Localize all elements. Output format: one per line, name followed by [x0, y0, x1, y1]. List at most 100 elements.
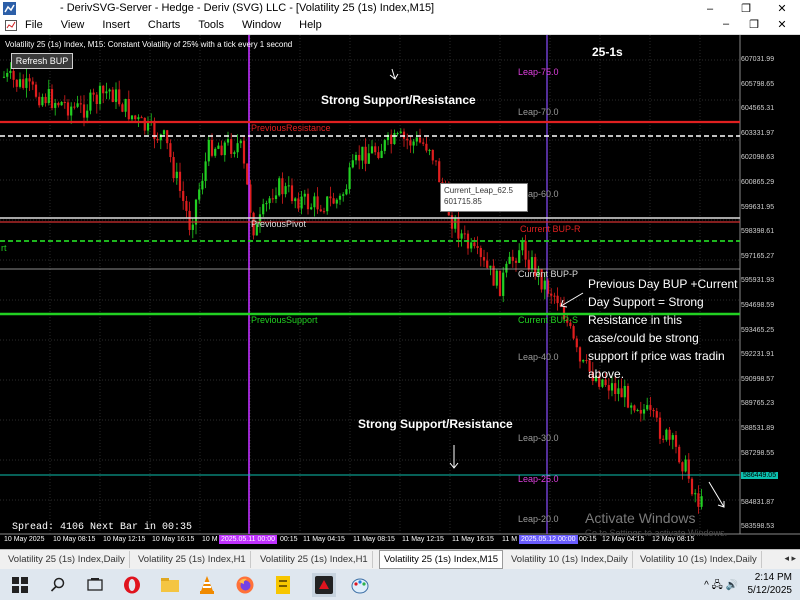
chart-tab[interactable]: Volatility 10 (1s) Index,Daily — [636, 551, 762, 568]
menu-insert[interactable]: Insert — [102, 19, 130, 31]
price-tick-label: 588531.89 — [741, 425, 775, 432]
chart-tab[interactable]: Volatility 25 (1s) Index,Daily — [4, 551, 130, 568]
opera-icon[interactable] — [122, 575, 142, 595]
candle-body — [409, 140, 412, 146]
candle-body — [134, 115, 137, 120]
candle-body — [438, 161, 441, 183]
menu-window[interactable]: Window — [242, 19, 281, 31]
candle-body — [124, 98, 127, 112]
candle-body — [617, 388, 620, 395]
menu-view[interactable]: View — [61, 19, 85, 31]
candle-body — [553, 295, 556, 297]
candle-body — [185, 200, 188, 211]
task-view-icon[interactable] — [85, 575, 105, 595]
close-button[interactable]: ✕ — [764, 0, 800, 17]
current-price-tag: 586449.05 — [741, 472, 779, 479]
chart-restore-button[interactable]: ❐ — [740, 18, 768, 31]
title-bar: - DerivSVG-Server - Hedge - Deriv (SVG) … — [0, 0, 800, 17]
candle-body — [655, 411, 658, 418]
candle-body — [418, 137, 422, 143]
candle-body — [130, 115, 134, 120]
annotation-bup-note: Previous Day BUP +Current Day Support = … — [588, 277, 738, 381]
candle-body — [2, 76, 6, 78]
chart-window-icon[interactable] — [5, 20, 17, 31]
price-tick-label: 594698.59 — [741, 302, 775, 309]
level-label-current-bup-s: Current BUP-S — [518, 315, 579, 325]
candle-body — [297, 198, 300, 209]
time-label: 00:15 — [579, 536, 597, 543]
menu-tools[interactable]: Tools — [198, 19, 224, 31]
firefox-icon[interactable] — [235, 575, 255, 595]
price-tick-label: 600865.29 — [741, 179, 775, 186]
candle-body — [111, 89, 114, 102]
candle-body — [310, 207, 313, 210]
sticky-icon[interactable] — [273, 575, 293, 595]
menu-help[interactable]: Help — [299, 19, 322, 31]
candle-body — [182, 190, 185, 201]
chart-close-button[interactable]: ✕ — [768, 18, 796, 31]
price-chart[interactable]: Volatility 25 (1s) Index, M15: Constant … — [0, 35, 800, 549]
candle-body — [690, 478, 694, 495]
candle-body — [678, 446, 681, 463]
search-icon[interactable] — [48, 575, 68, 595]
candle-body — [79, 103, 82, 105]
price-tick-label: 592231.91 — [741, 351, 775, 359]
price-tick-label: 587298.55 — [741, 449, 775, 457]
candle-body — [684, 459, 687, 472]
candle-body — [681, 462, 684, 472]
vlc-icon[interactable] — [197, 575, 217, 595]
system-tray-icons[interactable]: ^ 🖧 🔊 — [704, 578, 738, 595]
price-tick-label: 598398.61 — [741, 228, 775, 236]
menu-bar: File View Insert Charts Tools Window Hel… — [0, 17, 800, 35]
candle-body — [194, 199, 198, 225]
candle-body — [102, 85, 105, 94]
time-highlight: 2025.05.11 00:00 — [219, 535, 277, 544]
candle-body — [658, 417, 662, 439]
spread-info: Spread: 4106 Next Bar in 00:35 — [12, 522, 193, 533]
candle-body — [169, 143, 172, 158]
candle-body — [582, 360, 585, 362]
candle-body — [239, 140, 242, 144]
tab-scroll-arrows[interactable]: ◂ ▸ — [784, 553, 796, 564]
chart-tabs: Volatility 25 (1s) Index,Daily Volatilit… — [0, 549, 800, 570]
candle-body — [402, 131, 406, 139]
candle-body — [246, 163, 249, 185]
chart-tab[interactable]: Volatility 25 (1s) Index,H1 — [256, 551, 373, 568]
refresh-bup-button[interactable]: Refresh BUP — [11, 53, 73, 69]
deriv-mt5-icon[interactable] — [312, 573, 336, 597]
chart-tab-active[interactable]: Volatility 25 (1s) Index,M15 — [379, 550, 504, 569]
clock[interactable]: 2:14 PM 5/12/2025 — [748, 571, 793, 597]
level-label-previous-pivot: PreviousPivot — [251, 219, 307, 229]
tooltip-title: Current_Leap_62.5 — [444, 186, 513, 195]
price-tick-label: 593465.25 — [741, 326, 775, 334]
chart-tab[interactable]: Volatility 10 (1s) Index,Daily — [507, 551, 633, 568]
chart-minimize-button[interactable]: – — [712, 18, 740, 31]
price-tick-label: 595931.93 — [741, 277, 775, 285]
price-tick-label: 603331.97 — [741, 129, 775, 137]
candle-body — [178, 171, 182, 191]
candle-body — [511, 256, 514, 261]
level-label-leap30: Leap-30.0 — [518, 433, 559, 443]
candle-body — [265, 203, 268, 205]
candle-body — [233, 152, 236, 154]
minimize-button[interactable]: – — [692, 0, 728, 17]
candle-body — [473, 242, 476, 247]
candle-body — [294, 198, 297, 202]
file-explorer-icon[interactable] — [160, 575, 180, 595]
candle-body — [687, 459, 690, 479]
level-label-leap70: Leap-70.0 — [518, 107, 559, 117]
candle-body — [662, 438, 665, 440]
candle-body — [380, 150, 383, 158]
candle-body — [207, 139, 210, 162]
menu-file[interactable]: File — [25, 19, 43, 31]
candle-body — [575, 338, 578, 348]
candle-body — [172, 157, 175, 179]
windows-start-icon[interactable] — [10, 575, 30, 595]
candle-body — [121, 104, 124, 112]
maximize-button[interactable]: ❐ — [728, 0, 764, 17]
menu-charts[interactable]: Charts — [148, 19, 180, 31]
chart-tab[interactable]: Volatility 25 (1s) Index,H1 — [134, 551, 251, 568]
candle-body — [60, 102, 63, 106]
paint-icon[interactable] — [350, 575, 370, 595]
time-label: 12 May 08:15 — [652, 536, 695, 543]
